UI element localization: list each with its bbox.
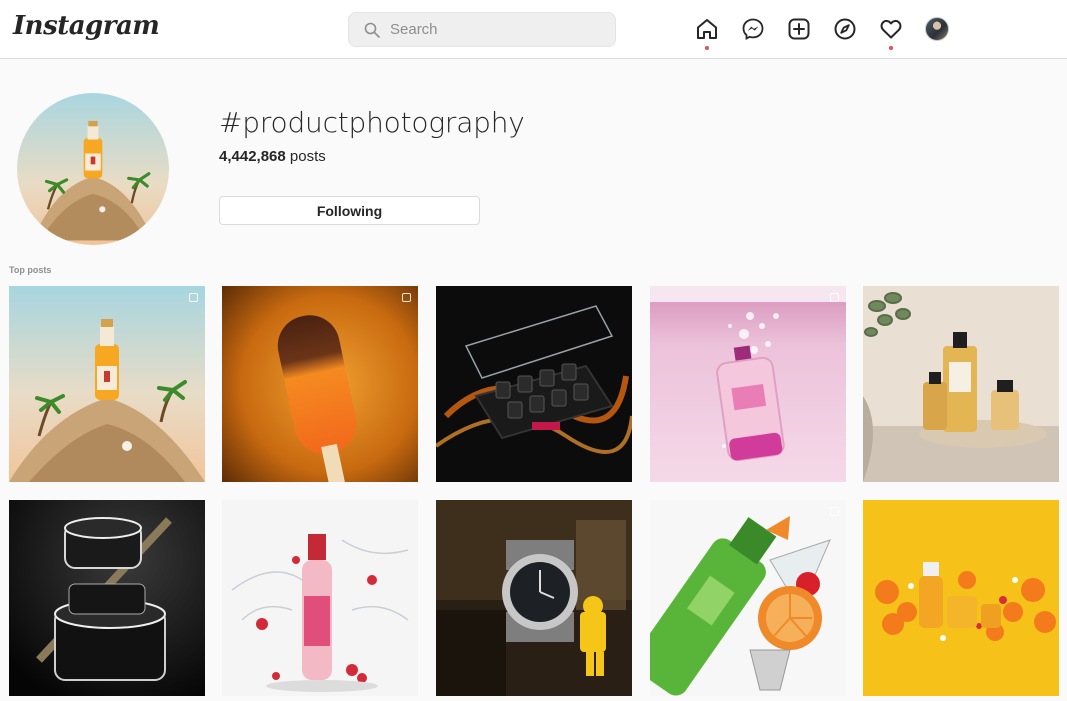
search-input[interactable]: [390, 21, 590, 38]
post-tile-1[interactable]: [9, 286, 205, 482]
post-tile-10[interactable]: [863, 500, 1059, 696]
messenger-icon[interactable]: [741, 17, 765, 41]
multi-image-icon: [189, 293, 198, 302]
hashtag-cover-image: [17, 93, 169, 245]
post-tile-7[interactable]: [222, 500, 418, 696]
instagram-logo[interactable]: Instagram: [13, 11, 160, 41]
post-tile-6[interactable]: [9, 500, 205, 696]
post-tile-3[interactable]: [436, 286, 632, 482]
following-button[interactable]: Following: [219, 196, 480, 225]
multi-image-icon: [830, 507, 839, 516]
activity-heart-icon[interactable]: [879, 17, 903, 41]
post-count-suffix: posts: [285, 148, 326, 165]
post-tile-4[interactable]: [650, 286, 846, 482]
new-post-icon[interactable]: [787, 17, 811, 41]
hashtag-title: #productphotography: [219, 106, 525, 139]
multi-image-icon: [830, 293, 839, 302]
post-count: 4,442,868 posts: [219, 148, 326, 165]
post-tile-2[interactable]: [222, 286, 418, 482]
post-tile-9[interactable]: [650, 500, 846, 696]
home-icon[interactable]: [695, 17, 719, 41]
home-notification-dot: [705, 46, 709, 50]
multi-image-icon: [402, 293, 411, 302]
top-navigation-bar: Instagram: [0, 0, 1067, 59]
explore-icon[interactable]: [833, 17, 857, 41]
activity-notification-dot: [889, 46, 893, 50]
post-tile-5[interactable]: [863, 286, 1059, 482]
profile-avatar[interactable]: [925, 17, 949, 41]
post-count-number: 4,442,868: [219, 148, 286, 165]
top-posts-label: Top posts: [9, 265, 52, 275]
post-tile-8[interactable]: [436, 500, 632, 696]
search-icon: [364, 22, 380, 38]
search-box[interactable]: [348, 12, 616, 47]
